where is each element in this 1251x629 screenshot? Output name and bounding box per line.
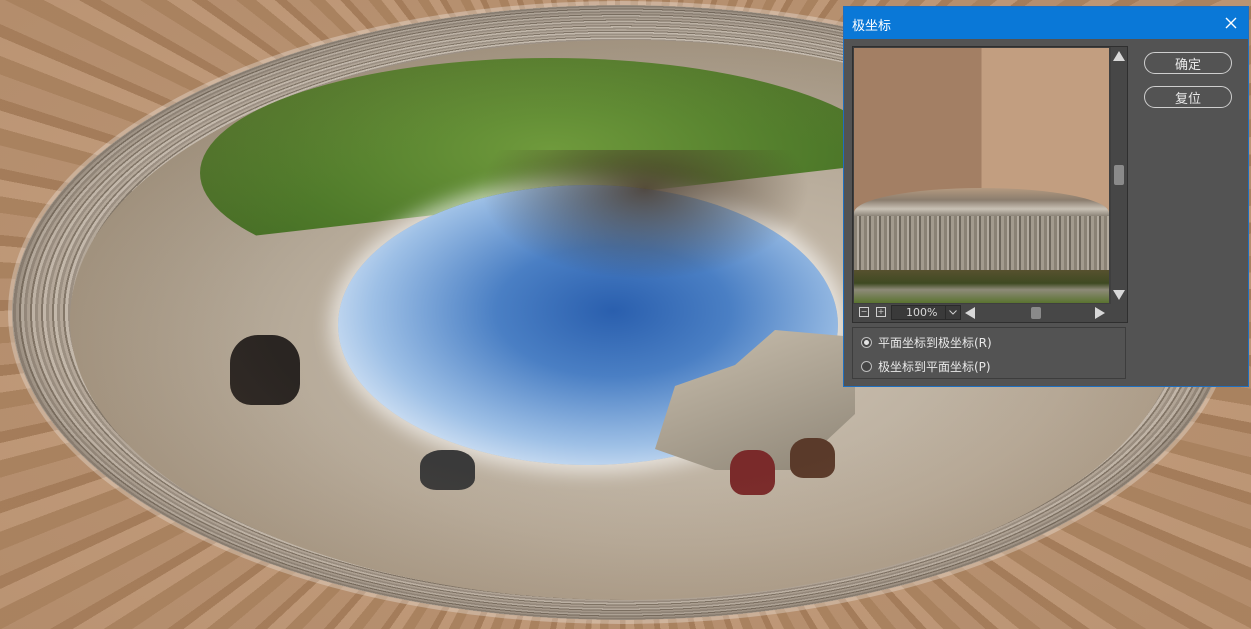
zoom-in-button[interactable]: + xyxy=(876,307,886,317)
preview-image[interactable] xyxy=(854,48,1109,303)
close-button[interactable] xyxy=(1214,7,1248,39)
trees-area xyxy=(480,150,810,280)
zoom-dropdown-button[interactable] xyxy=(945,306,960,319)
option-label: 极坐标到平面坐标(P) xyxy=(878,359,991,374)
grass-area xyxy=(200,58,900,242)
chevron-down-icon xyxy=(949,310,957,315)
dialog-titlebar[interactable]: 极坐标 xyxy=(844,7,1248,39)
option-rectangular-to-polar[interactable]: 平面坐标到极坐标(R) xyxy=(861,333,992,351)
close-icon xyxy=(1225,17,1237,29)
scroll-right-icon[interactable] xyxy=(1095,307,1105,319)
zoom-level-field[interactable]: 100% xyxy=(891,305,961,320)
person xyxy=(230,335,300,405)
sky-area xyxy=(338,185,838,465)
conversion-options: 平面坐标到极坐标(R) 极坐标到平面坐标(P) xyxy=(852,327,1126,379)
church-building xyxy=(655,330,855,470)
polar-coordinates-dialog: 极坐标 − + 100% 确定 复位 平面坐标到极坐标(R) 极坐标到平面坐标(… xyxy=(843,6,1249,387)
person xyxy=(730,450,775,495)
horizontal-scroll-thumb[interactable] xyxy=(1031,307,1041,319)
scroll-down-icon[interactable] xyxy=(1113,290,1125,300)
scroll-thumb[interactable] xyxy=(1114,165,1124,185)
preview-band xyxy=(854,270,1109,303)
reset-button[interactable]: 复位 xyxy=(1144,86,1232,108)
zoom-level-value: 100% xyxy=(906,306,938,319)
scroll-left-icon[interactable] xyxy=(965,307,975,319)
option-label: 平面坐标到极坐标(R) xyxy=(878,335,992,350)
radio-selected-icon[interactable] xyxy=(861,336,872,348)
dialog-title: 极坐标 xyxy=(852,19,892,34)
filter-preview[interactable]: − + 100% xyxy=(852,46,1128,323)
preview-vertical-scrollbar[interactable] xyxy=(1111,47,1127,304)
ok-button[interactable]: 确定 xyxy=(1144,52,1232,74)
preview-band xyxy=(854,188,1109,218)
option-polar-to-rectangular[interactable]: 极坐标到平面坐标(P) xyxy=(861,357,991,375)
radio-unselected-icon[interactable] xyxy=(861,360,872,372)
scroll-up-icon[interactable] xyxy=(1113,51,1125,61)
preview-controls: − + 100% xyxy=(853,304,1127,322)
zoom-out-button[interactable]: − xyxy=(859,307,869,317)
person xyxy=(790,438,835,478)
preview-band xyxy=(854,216,1109,271)
person xyxy=(420,450,475,490)
